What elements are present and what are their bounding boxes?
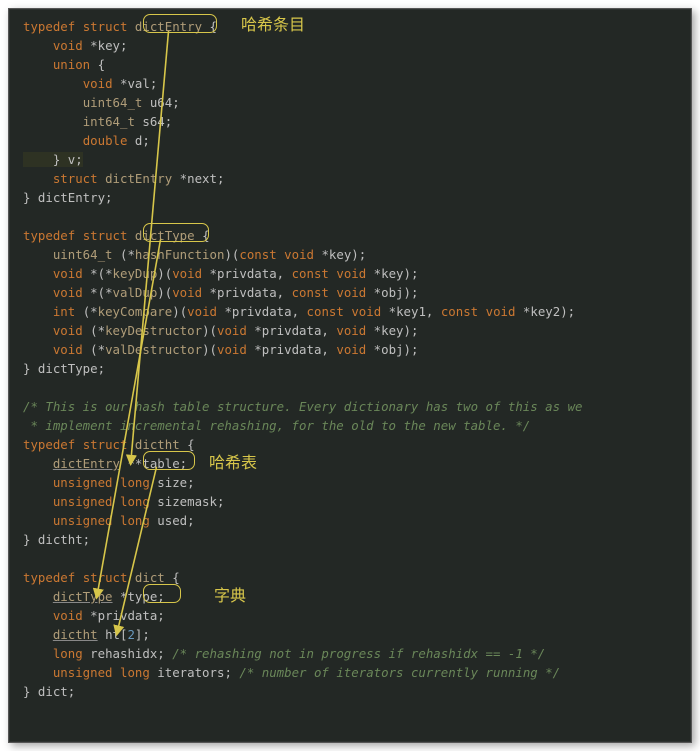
code-frame: typedef struct dictEntry { void *key; un…: [8, 8, 692, 743]
source-code: typedef struct dictEntry { void *key; un…: [9, 9, 691, 709]
label-dict: 字典: [214, 582, 246, 606]
label-dictht: 哈希表: [209, 449, 257, 473]
label-dictEntry: 哈希条目: [241, 11, 305, 35]
